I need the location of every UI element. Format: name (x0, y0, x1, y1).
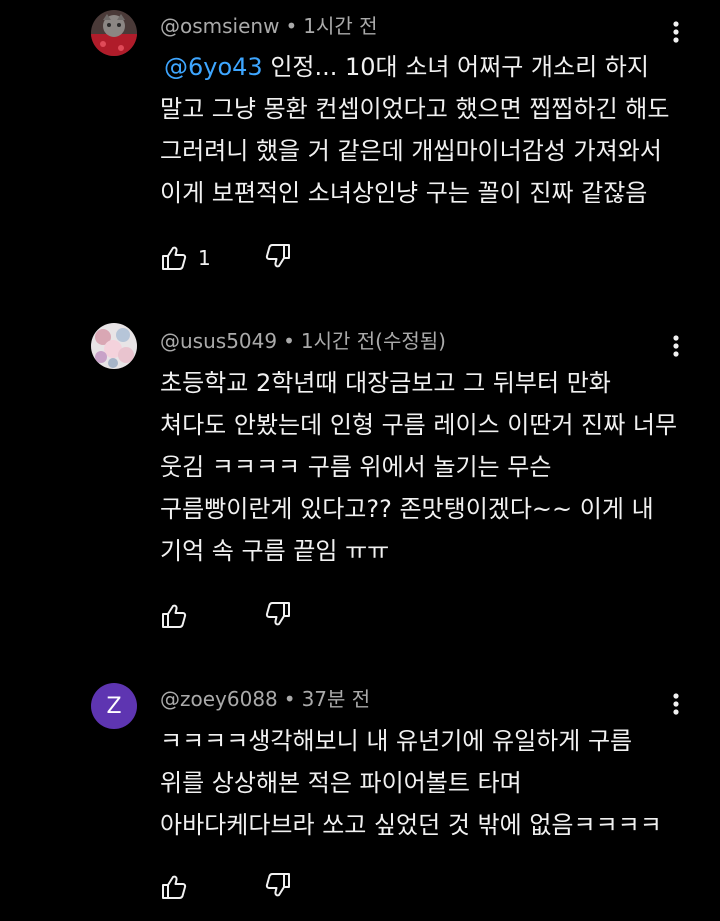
comment-menu-button[interactable] (660, 684, 692, 724)
comment-line-text: 인정... 10대 소녀 어쩌구 개소리 하지 (262, 53, 649, 81)
thumbs-up-icon (162, 246, 187, 270)
thumbs-down-icon (265, 873, 290, 897)
like-button[interactable] (160, 602, 198, 630)
avatar[interactable] (91, 10, 137, 56)
comment-text: @6yo43 인정... 10대 소녀 어쩌구 개소리 하지 말고 그냥 몽환 … (160, 46, 680, 214)
avatar-image (91, 323, 137, 369)
comment-line: 초등학교 2학년때 대장금보고 그 뒤부터 만화 (160, 369, 611, 397)
comment-line: 기억 속 구름 끝임 ㅠㅠ (160, 537, 390, 565)
more-vertical-icon (673, 21, 679, 43)
comment-meta: @zoey6088 • 37분 전 (160, 686, 370, 712)
comment-line: 그러려니 했을 거 같은데 개씹마이너감성 가져와서 (160, 137, 662, 165)
author-name[interactable]: @osmsienw (160, 14, 279, 38)
dislike-button[interactable] (264, 600, 292, 628)
avatar[interactable]: Z (91, 683, 137, 729)
comment-text: ㅋㅋㅋㅋ생각해보니 내 유년기에 유일하게 구름 위를 상상해본 적은 파이어볼… (160, 720, 680, 846)
avatar-image (91, 10, 137, 56)
like-button[interactable]: 1 (160, 244, 211, 272)
comment-time: 37분 전 (301, 687, 371, 711)
comment-meta: @usus5049 • 1시간 전(수정됨) (160, 328, 446, 354)
dislike-button[interactable] (264, 871, 292, 899)
comment-line: 이게 보편적인 소녀상인냥 구는 꼴이 진짜 같잖음 (160, 179, 648, 207)
comment-menu-button[interactable] (660, 326, 692, 366)
avatar-letter: Z (106, 693, 122, 719)
comment-line: 쳐다도 안봤는데 인형 구름 레이스 이딴거 진짜 너무 (160, 411, 678, 439)
dislike-button[interactable] (264, 242, 292, 270)
meta-separator: • (283, 329, 295, 353)
author-name[interactable]: @usus5049 (160, 329, 277, 353)
comment-line: 아바다케다브라 쏘고 싶었던 것 밖에 없음ㅋㅋㅋㅋ (160, 811, 662, 839)
comment-line: 위를 상상해본 적은 파이어볼트 타며 (160, 769, 522, 797)
mention-link[interactable]: @6yo43 (164, 53, 263, 81)
like-count: 1 (198, 246, 211, 270)
meta-separator: • (285, 14, 298, 38)
comment-line: 말고 그냥 몽환 컨셉이었다고 했으면 찝찝하긴 해도 (160, 95, 670, 123)
comment-actions: 1 (160, 242, 290, 274)
avatar[interactable] (91, 323, 137, 369)
thumbs-up-icon (162, 875, 187, 899)
comment-actions (160, 871, 290, 903)
thumbs-up-icon (162, 604, 187, 628)
author-name[interactable]: @zoey6088 (160, 687, 278, 711)
more-vertical-icon (673, 335, 679, 357)
thumbs-down-icon (265, 602, 290, 626)
comment-line: 웃김 ㅋㅋㅋㅋ 구름 위에서 놀기는 무슨 (160, 453, 552, 481)
comment-line: @6yo43 인정... 10대 소녀 어쩌구 개소리 하지 (160, 46, 680, 88)
comment-actions (160, 600, 290, 632)
comment-text: 초등학교 2학년때 대장금보고 그 뒤부터 만화 쳐다도 안봤는데 인형 구름 … (160, 362, 680, 572)
comment-time: 1시간 전(수정됨) (300, 329, 446, 353)
comment-line: 구름빵이란게 있다고?? 존맛탱이겠다~~ 이게 내 (160, 495, 654, 523)
comment-line: ㅋㅋㅋㅋ생각해보니 내 유년기에 유일하게 구름 (160, 727, 633, 755)
like-button[interactable] (160, 873, 198, 901)
meta-separator: • (283, 687, 296, 711)
more-vertical-icon (673, 693, 679, 715)
thumbs-down-icon (265, 244, 290, 268)
comment-time: 1시간 전 (303, 14, 378, 38)
comment-meta: @osmsienw • 1시간 전 (160, 13, 378, 39)
